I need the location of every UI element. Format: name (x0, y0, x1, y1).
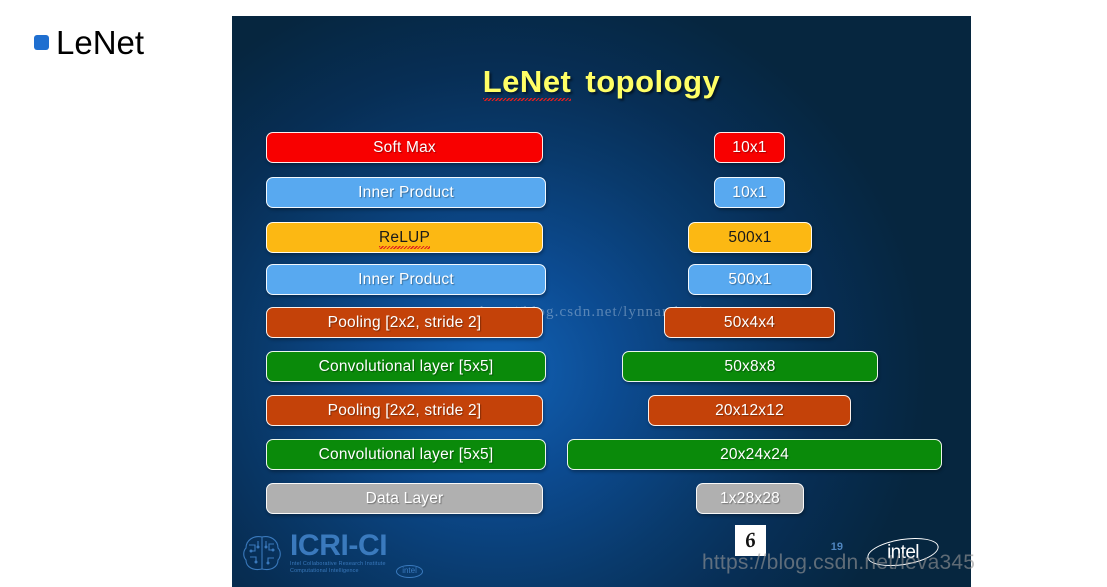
layer-row: Inner Product 10x1 (232, 177, 971, 208)
layer-label-box-inner-product-1[interactable]: Inner Product (266, 264, 546, 295)
layer-label-box-conv-layer-2[interactable]: Convolutional layer [5x5] (266, 351, 546, 382)
layer-shape-box-pooling-2[interactable]: 50x4x4 (664, 307, 835, 338)
layer-shape-box-pooling-1[interactable]: 20x12x12 (648, 395, 851, 426)
layer-row: Soft Max 10x1 (232, 132, 971, 163)
slide-title-lenet: LeNet (482, 64, 572, 101)
layer-row: ReLUP 500x1 (232, 222, 971, 253)
icri-subtitle-line1: Intel Collaborative Research Institute (290, 561, 386, 568)
slide-canvas: LeNet topology http://blog.csdn.net/lynna… (232, 16, 971, 587)
layer-label-box-inner-product-2[interactable]: Inner Product (266, 177, 546, 208)
layer-label-box-pooling-2[interactable]: Pooling [2x2, stride 2] (266, 307, 543, 338)
layer-shape-box-soft-max[interactable]: 10x1 (714, 132, 785, 163)
icri-ci-logo: ICRI-CI Intel Collaborative Research Ins… (240, 527, 423, 579)
layer-shape-box-relup[interactable]: 500x1 (688, 222, 812, 253)
icri-intel-badge: intel (396, 565, 423, 578)
bullet-square-icon (34, 35, 49, 50)
mnist-digit-thumbnail: 6 (735, 525, 766, 556)
icri-subtitle-line2: Computational Intelligence (290, 568, 359, 574)
layer-row: Data Layer 1x28x28 (232, 483, 971, 514)
layer-label-box-conv-layer-1[interactable]: Convolutional layer [5x5] (266, 439, 546, 470)
icri-text-block: ICRI-CI Intel Collaborative Research Ins… (290, 529, 388, 575)
intel-logo: intel (865, 533, 941, 571)
layer-shape-box-inner-product-1[interactable]: 500x1 (688, 264, 812, 295)
layer-shape-box-inner-product-2[interactable]: 10x1 (714, 177, 785, 208)
layer-label-box-pooling-1[interactable]: Pooling [2x2, stride 2] (266, 395, 543, 426)
layer-shape-box-conv-layer-1[interactable]: 20x24x24 (567, 439, 942, 470)
slide-number: 19 (830, 541, 843, 553)
brain-circuit-icon (243, 536, 281, 571)
layer-row: Pooling [2x2, stride 2] 50x4x4 (232, 307, 971, 338)
slide-title-topology: topology (585, 64, 721, 99)
mnist-digit-label: 6 (743, 527, 758, 553)
layer-row: Pooling [2x2, stride 2] 20x12x12 (232, 395, 971, 426)
layer-row: Inner Product 500x1 (232, 264, 971, 295)
layer-shape-box-data-layer[interactable]: 1x28x28 (696, 483, 804, 514)
layer-row: Convolutional layer [5x5] 50x8x8 (232, 351, 971, 382)
page-heading: LeNet (34, 26, 144, 59)
layer-label-box-data-layer[interactable]: Data Layer (266, 483, 543, 514)
page-title: LeNet (56, 24, 145, 61)
intel-logo-word: intel (887, 542, 919, 563)
icri-wordmark: ICRI-CI (290, 529, 388, 563)
layer-label-box-soft-max[interactable]: Soft Max (266, 132, 543, 163)
layer-label-box-relup[interactable]: ReLUP (266, 222, 543, 253)
layer-shape-box-conv-layer-2[interactable]: 50x8x8 (622, 351, 878, 382)
layer-label-text: ReLUP (379, 228, 430, 249)
slide-title: LeNet topology (232, 64, 971, 101)
layer-row: Convolutional layer [5x5] 20x24x24 (232, 439, 971, 470)
